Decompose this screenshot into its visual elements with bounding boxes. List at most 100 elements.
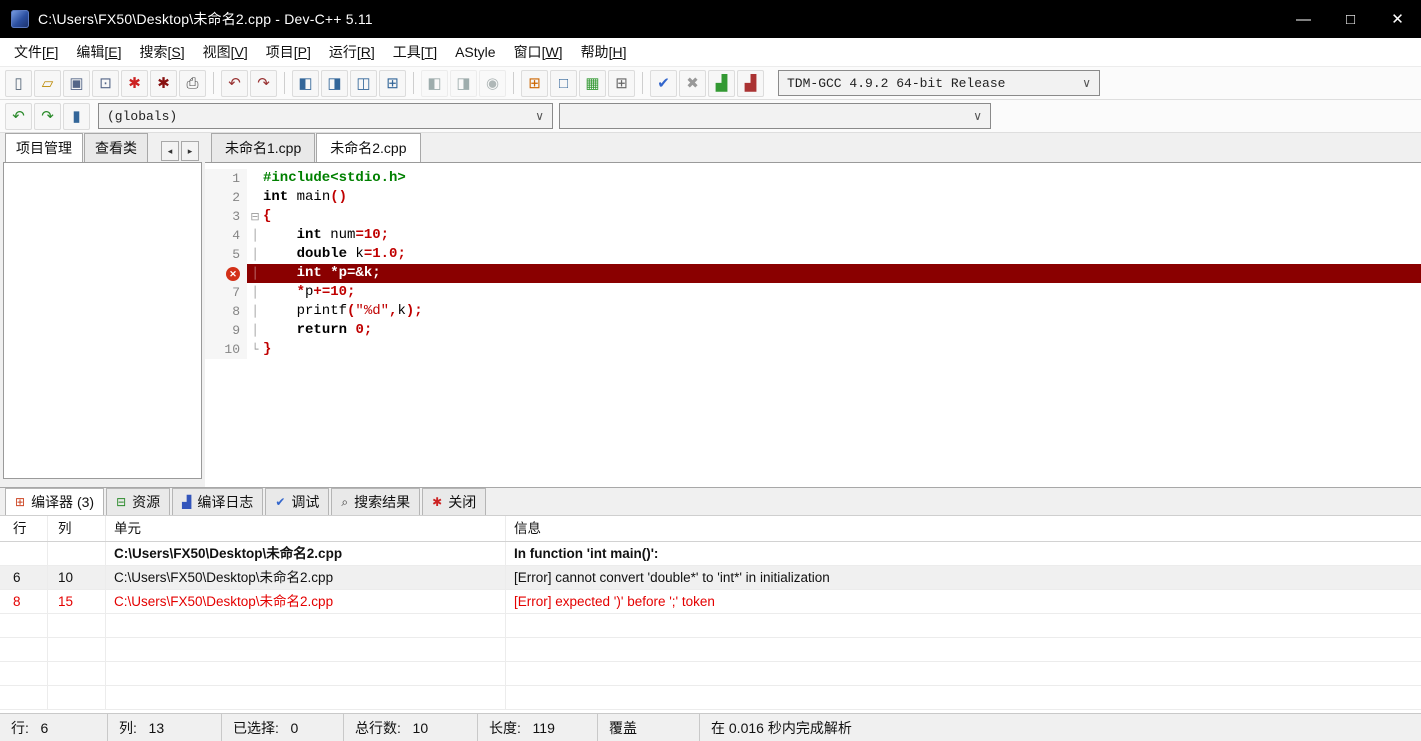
class-browser-icon[interactable]: ▮ xyxy=(63,102,90,130)
report-tab-compile-log[interactable]: ▟ 编译日志 xyxy=(172,488,264,515)
column-header-1[interactable]: 列 xyxy=(48,516,106,541)
chart-icon: ▟ xyxy=(182,495,192,509)
editor-tab-unnamed1[interactable]: 未命名1.cpp xyxy=(211,133,316,162)
status-segment-5: 覆盖 xyxy=(598,714,700,741)
undo-icon[interactable]: ↶ xyxy=(221,69,248,97)
delete-profiling-icon[interactable]: ▟ xyxy=(737,69,764,97)
globals-select[interactable]: (globals) ∨ xyxy=(98,103,553,129)
panel-tab-project-manager[interactable]: 项目管理 xyxy=(5,133,83,162)
members-select[interactable]: ∨ xyxy=(559,103,991,129)
line-number: 7 xyxy=(205,283,247,302)
profile-chart-icon[interactable]: ▟ xyxy=(708,69,735,97)
scroll-right-button[interactable]: ▸ xyxy=(181,141,199,161)
new-file-icon[interactable]: ▯ xyxy=(5,69,32,97)
close-all-icon[interactable]: ✱ xyxy=(150,69,177,97)
check-icon: ✔ xyxy=(275,495,286,509)
report-tab-close[interactable]: ✱ 关闭 xyxy=(422,488,487,515)
code-editor[interactable]: 1 #include<stdio.h> 2 int main() 3 ⊟{4 │ int n… xyxy=(205,162,1421,487)
window-layout-icon[interactable]: ▦ xyxy=(579,69,606,97)
code-text: #include<stdio.h> xyxy=(263,170,406,186)
line-number: 3 xyxy=(205,207,247,226)
abort-icon[interactable]: ✖ xyxy=(679,69,706,97)
nav-forward-icon[interactable]: ↷ xyxy=(34,102,61,130)
project-manager-panel[interactable] xyxy=(3,162,202,479)
menu-item-file[interactable]: 文件[F] xyxy=(5,38,67,66)
code-line[interactable]: 2 int main() xyxy=(205,188,1421,207)
column-header-2[interactable]: 单元 xyxy=(106,516,506,541)
menu-item-run[interactable]: 运行[R] xyxy=(320,38,384,66)
close-pinwheel-icon: ✱ xyxy=(432,495,443,509)
editor-region: 未命名1.cpp 未命名2.cpp 1 #include<stdio.h> 2 int … xyxy=(205,133,1421,487)
devcpp-window: C:\Users\FX50\Desktop\未命名2.cpp - Dev-C++… xyxy=(0,0,1421,741)
code-line[interactable]: 3 ⊟{ xyxy=(205,207,1421,226)
debug-icon[interactable]: ◧ xyxy=(421,69,448,97)
fold-collapse-icon[interactable]: ⊟ xyxy=(247,207,263,226)
maximize-button[interactable]: □ xyxy=(1327,0,1374,38)
report-row[interactable]: C:\Users\FX50\Desktop\未命名2.cpp In functio… xyxy=(0,542,1421,566)
scroll-left-button[interactable]: ◂ xyxy=(161,141,179,161)
minimize-button[interactable]: — xyxy=(1280,0,1327,38)
open-file-icon[interactable]: ▱ xyxy=(34,69,61,97)
report-tab-label: 搜索结果 xyxy=(354,494,411,510)
compiler-select[interactable]: TDM-GCC 4.9.2 64-bit Release ∨ xyxy=(778,70,1100,96)
column-header-3[interactable]: 信息 xyxy=(506,516,1421,541)
status-segment-4: 长度: 119 xyxy=(478,714,598,741)
menu-item-astyle[interactable]: AStyle xyxy=(446,40,504,64)
project-manager-toggle-icon[interactable]: ⊞ xyxy=(521,69,548,97)
print-icon[interactable]: ⎙ xyxy=(179,69,206,97)
report-tab-debug[interactable]: ✔ 调试 xyxy=(265,488,330,515)
editor-tab-unnamed2[interactable]: 未命名2.cpp xyxy=(316,133,421,162)
report-tab-label: 编译器 (3) xyxy=(31,494,95,510)
code-line[interactable]: ✕ │ int *p=&k; xyxy=(205,264,1421,283)
chevron-down-icon: ∨ xyxy=(535,109,544,123)
save-all-icon[interactable]: ⊡ xyxy=(92,69,119,97)
status-segment-3: 总行数: 10 xyxy=(344,714,478,741)
report-table: 行列单元 信息 C:\Users\FX50\Desktop\未命名2.cpp In … xyxy=(0,516,1421,713)
panel-tabs: 项目管理 查看类 xyxy=(5,133,148,162)
line-number: 1 xyxy=(205,169,247,188)
code-text: printf("%d",k); xyxy=(263,303,423,319)
panel-tab-class-viewer[interactable]: 查看类 xyxy=(84,133,148,162)
close-button[interactable]: ✕ xyxy=(1374,0,1421,38)
menu-item-edit[interactable]: 编辑[E] xyxy=(67,38,130,66)
menu-item-window[interactable]: 窗口[W] xyxy=(505,38,572,66)
report-tab-search-results[interactable]: ⌕ 搜索结果 xyxy=(331,488,421,515)
report-tab-compiler[interactable]: ⊞ 编译器 (3) xyxy=(5,488,105,515)
fold-marker: │ xyxy=(251,305,259,318)
line-number: 10 xyxy=(205,340,247,359)
run-icon[interactable]: ◨ xyxy=(321,69,348,97)
menu-item-tools[interactable]: 工具[T] xyxy=(384,38,446,66)
code-line[interactable]: 9 │ return 0; xyxy=(205,321,1421,340)
code-line[interactable]: 8 │ printf("%d",k); xyxy=(205,302,1421,321)
nav-back-icon[interactable]: ↶ xyxy=(5,102,32,130)
code-line[interactable]: 5 │ double k=1.0; xyxy=(205,245,1421,264)
compiler-grid-icon: ⊞ xyxy=(15,495,26,509)
code-line[interactable]: 1 #include<stdio.h> xyxy=(205,169,1421,188)
code-line[interactable]: 7 │ *p+=10; xyxy=(205,283,1421,302)
stop-execution-icon[interactable]: ◉ xyxy=(479,69,506,97)
save-icon[interactable]: ▣ xyxy=(63,69,90,97)
report-row[interactable]: 8 15 C:\Users\FX50\Desktop\未命名2.cpp [Error]… xyxy=(0,590,1421,614)
report-tab-resource[interactable]: ⊟ 资源 xyxy=(106,488,171,515)
compile-run-icon[interactable]: ◫ xyxy=(350,69,377,97)
report-row[interactable]: 6 10 C:\Users\FX50\Desktop\未命名2.cpp [Error]… xyxy=(0,566,1421,590)
code-line[interactable]: 4 │ int num=10; xyxy=(205,226,1421,245)
menu-item-view[interactable]: 视图[V] xyxy=(194,38,257,66)
line-number: 5 xyxy=(205,245,247,264)
line-number: 2 xyxy=(205,188,247,207)
menu-item-project[interactable]: 项目[P] xyxy=(257,38,320,66)
close-file-icon[interactable]: ✱ xyxy=(121,69,148,97)
report-window-toggle-icon[interactable]: □ xyxy=(550,69,577,97)
menu-item-search[interactable]: 搜索[S] xyxy=(130,38,193,66)
code-line[interactable]: 10 └} xyxy=(205,340,1421,359)
redo-icon[interactable]: ↷ xyxy=(250,69,277,97)
menu-item-help[interactable]: 帮助[H] xyxy=(572,38,636,66)
profile-icon[interactable]: ◨ xyxy=(450,69,477,97)
compile-icon[interactable]: ◧ xyxy=(292,69,319,97)
rebuild-all-icon[interactable]: ⊞ xyxy=(379,69,406,97)
tab-scroll-arrows: ◂ ▸ xyxy=(161,141,199,161)
fullscreen-toggle-icon[interactable]: ⊞ xyxy=(608,69,635,97)
syntax-check-icon[interactable]: ✔ xyxy=(650,69,677,97)
report-tab-label: 资源 xyxy=(132,494,161,510)
column-header-0[interactable]: 行 xyxy=(0,516,48,541)
